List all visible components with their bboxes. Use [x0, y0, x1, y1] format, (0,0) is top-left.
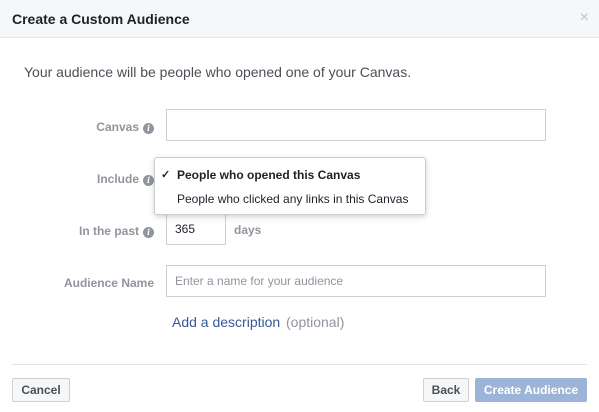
- in-the-past-label-row: In the past i: [4, 224, 154, 238]
- audience-name-input[interactable]: [166, 265, 546, 297]
- check-icon: ✓: [161, 169, 171, 181]
- canvas-label-row: Canvas i: [4, 120, 154, 134]
- include-label-row: Include i: [4, 172, 154, 186]
- add-description-link[interactable]: Add a description: [172, 314, 280, 330]
- days-label: days: [234, 223, 262, 237]
- create-audience-button[interactable]: Create Audience: [475, 378, 587, 402]
- intro-text: Your audience will be people who opened …: [24, 64, 412, 80]
- info-icon[interactable]: i: [143, 175, 154, 186]
- create-custom-audience-dialog: Create a Custom Audience × Your audience…: [0, 0, 599, 412]
- cancel-button[interactable]: Cancel: [12, 378, 70, 402]
- days-input[interactable]: [166, 213, 226, 245]
- canvas-input[interactable]: [166, 109, 546, 141]
- dialog-title: Create a Custom Audience: [12, 11, 190, 27]
- in-the-past-label: In the past: [78, 224, 139, 238]
- footer-divider: [12, 364, 587, 365]
- dialog-header: Create a Custom Audience ×: [0, 0, 599, 38]
- include-option-label: People who opened this Canvas: [177, 168, 361, 182]
- audience-name-label: Audience Name: [63, 276, 154, 290]
- close-icon[interactable]: ×: [580, 9, 589, 27]
- canvas-label: Canvas: [96, 120, 139, 134]
- include-label: Include: [96, 172, 139, 186]
- info-icon[interactable]: i: [143, 227, 154, 238]
- include-option-label: People who clicked any links in this Can…: [177, 192, 409, 206]
- info-icon[interactable]: i: [143, 123, 154, 134]
- back-button[interactable]: Back: [423, 378, 469, 402]
- optional-text: (optional): [286, 314, 345, 330]
- include-dropdown-menu: ✓ People who opened this Canvas People w…: [154, 157, 426, 215]
